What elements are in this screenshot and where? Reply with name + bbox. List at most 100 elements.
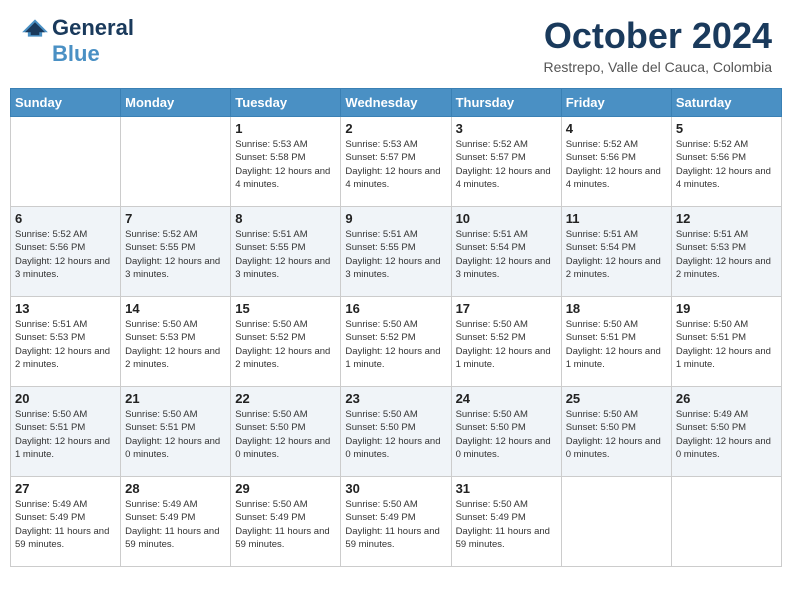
calendar-cell: 5 Sunrise: 5:52 AM Sunset: 5:56 PM Daylig…: [671, 117, 781, 207]
calendar-cell: 12 Sunrise: 5:51 AM Sunset: 5:53 PM Dayli…: [671, 207, 781, 297]
day-number: 4: [566, 121, 667, 136]
day-header-sunday: Sunday: [11, 89, 121, 117]
day-info: Sunrise: 5:50 AM Sunset: 5:51 PM Dayligh…: [676, 318, 777, 371]
day-number: 14: [125, 301, 226, 316]
calendar-cell: [561, 477, 671, 567]
day-info: Sunrise: 5:52 AM Sunset: 5:55 PM Dayligh…: [125, 228, 226, 281]
day-info: Sunrise: 5:52 AM Sunset: 5:56 PM Dayligh…: [15, 228, 116, 281]
day-header-thursday: Thursday: [451, 89, 561, 117]
day-number: 30: [345, 481, 446, 496]
calendar-cell: 2 Sunrise: 5:53 AM Sunset: 5:57 PM Daylig…: [341, 117, 451, 207]
calendar-cell: 28Sunrise: 5:49 AM Sunset: 5:49 PM Dayli…: [121, 477, 231, 567]
location-text: Restrepo, Valle del Cauca, Colombia: [543, 59, 772, 75]
calendar-cell: [671, 477, 781, 567]
day-number: 29: [235, 481, 336, 496]
calendar-table: SundayMondayTuesdayWednesdayThursdayFrid…: [10, 88, 782, 567]
day-info: Sunrise: 5:52 AM Sunset: 5:57 PM Dayligh…: [456, 138, 557, 191]
calendar-cell: 15 Sunrise: 5:50 AM Sunset: 5:52 PM Dayli…: [231, 297, 341, 387]
day-info: Sunrise: 5:50 AM Sunset: 5:50 PM Dayligh…: [456, 408, 557, 461]
calendar-cell: [11, 117, 121, 207]
day-info: Sunrise: 5:51 AM Sunset: 5:53 PM Dayligh…: [15, 318, 116, 371]
calendar-cell: 7 Sunrise: 5:52 AM Sunset: 5:55 PM Daylig…: [121, 207, 231, 297]
day-number: 27: [15, 481, 116, 496]
day-number: 26: [676, 391, 777, 406]
day-number: 23: [345, 391, 446, 406]
day-info: Sunrise: 5:52 AM Sunset: 5:56 PM Dayligh…: [566, 138, 667, 191]
day-info: Sunrise: 5:50 AM Sunset: 5:52 PM Dayligh…: [456, 318, 557, 371]
day-number: 10: [456, 211, 557, 226]
day-number: 21: [125, 391, 226, 406]
calendar-cell: 19Sunrise: 5:50 AM Sunset: 5:51 PM Dayli…: [671, 297, 781, 387]
calendar-cell: 25Sunrise: 5:50 AM Sunset: 5:50 PM Dayli…: [561, 387, 671, 477]
day-info: Sunrise: 5:50 AM Sunset: 5:51 PM Dayligh…: [566, 318, 667, 371]
calendar-cell: 11 Sunrise: 5:51 AM Sunset: 5:54 PM Dayli…: [561, 207, 671, 297]
calendar-cell: 20 Sunrise: 5:50 AM Sunset: 5:51 PM Dayli…: [11, 387, 121, 477]
day-info: Sunrise: 5:50 AM Sunset: 5:53 PM Dayligh…: [125, 318, 226, 371]
calendar-cell: 16 Sunrise: 5:50 AM Sunset: 5:52 PM Dayli…: [341, 297, 451, 387]
day-info: Sunrise: 5:50 AM Sunset: 5:51 PM Dayligh…: [125, 408, 226, 461]
day-info: Sunrise: 5:52 AM Sunset: 5:56 PM Dayligh…: [676, 138, 777, 191]
logo: General Blue: [20, 15, 134, 67]
day-number: 8: [235, 211, 336, 226]
day-number: 25: [566, 391, 667, 406]
calendar-cell: 1 Sunrise: 5:53 AM Sunset: 5:58 PM Daylig…: [231, 117, 341, 207]
day-number: 7: [125, 211, 226, 226]
day-info: Sunrise: 5:51 AM Sunset: 5:55 PM Dayligh…: [345, 228, 446, 281]
day-info: Sunrise: 5:50 AM Sunset: 5:49 PM Dayligh…: [235, 498, 336, 551]
day-info: Sunrise: 5:51 AM Sunset: 5:53 PM Dayligh…: [676, 228, 777, 281]
calendar-cell: 23 Sunrise: 5:50 AM Sunset: 5:50 PM Dayli…: [341, 387, 451, 477]
day-info: Sunrise: 5:50 AM Sunset: 5:52 PM Dayligh…: [345, 318, 446, 371]
day-number: 20: [15, 391, 116, 406]
calendar-cell: 14 Sunrise: 5:50 AM Sunset: 5:53 PM Dayli…: [121, 297, 231, 387]
day-info: Sunrise: 5:50 AM Sunset: 5:49 PM Dayligh…: [345, 498, 446, 551]
day-number: 13: [15, 301, 116, 316]
day-number: 17: [456, 301, 557, 316]
day-number: 18: [566, 301, 667, 316]
day-info: Sunrise: 5:53 AM Sunset: 5:58 PM Dayligh…: [235, 138, 336, 191]
day-number: 11: [566, 211, 667, 226]
logo-blue-text: Blue: [52, 41, 100, 67]
day-info: Sunrise: 5:50 AM Sunset: 5:51 PM Dayligh…: [15, 408, 116, 461]
calendar-cell: 30 Sunrise: 5:50 AM Sunset: 5:49 PM Dayli…: [341, 477, 451, 567]
day-info: Sunrise: 5:50 AM Sunset: 5:49 PM Dayligh…: [456, 498, 557, 551]
calendar-cell: 17 Sunrise: 5:50 AM Sunset: 5:52 PM Dayli…: [451, 297, 561, 387]
day-info: Sunrise: 5:51 AM Sunset: 5:54 PM Dayligh…: [456, 228, 557, 281]
calendar-cell: 3Sunrise: 5:52 AM Sunset: 5:57 PM Daylig…: [451, 117, 561, 207]
calendar-cell: 24 Sunrise: 5:50 AM Sunset: 5:50 PM Dayli…: [451, 387, 561, 477]
calendar-cell: 9 Sunrise: 5:51 AM Sunset: 5:55 PM Daylig…: [341, 207, 451, 297]
calendar-cell: 29 Sunrise: 5:50 AM Sunset: 5:49 PM Dayli…: [231, 477, 341, 567]
day-number: 16: [345, 301, 446, 316]
day-number: 12: [676, 211, 777, 226]
day-header-monday: Monday: [121, 89, 231, 117]
day-header-saturday: Saturday: [671, 89, 781, 117]
calendar-cell: 21 Sunrise: 5:50 AM Sunset: 5:51 PM Dayli…: [121, 387, 231, 477]
day-number: 9: [345, 211, 446, 226]
day-info: Sunrise: 5:51 AM Sunset: 5:55 PM Dayligh…: [235, 228, 336, 281]
calendar-cell: 6 Sunrise: 5:52 AM Sunset: 5:56 PM Daylig…: [11, 207, 121, 297]
day-number: 1: [235, 121, 336, 136]
calendar-cell: [121, 117, 231, 207]
day-number: 28: [125, 481, 226, 496]
day-header-friday: Friday: [561, 89, 671, 117]
calendar-cell: 13 Sunrise: 5:51 AM Sunset: 5:53 PM Dayli…: [11, 297, 121, 387]
day-number: 2: [345, 121, 446, 136]
day-number: 24: [456, 391, 557, 406]
calendar-cell: 26 Sunrise: 5:49 AM Sunset: 5:50 PM Dayli…: [671, 387, 781, 477]
logo-general-text: General: [52, 15, 134, 41]
day-info: Sunrise: 5:51 AM Sunset: 5:54 PM Dayligh…: [566, 228, 667, 281]
day-info: Sunrise: 5:49 AM Sunset: 5:50 PM Dayligh…: [676, 408, 777, 461]
day-header-tuesday: Tuesday: [231, 89, 341, 117]
calendar-cell: 27Sunrise: 5:49 AM Sunset: 5:49 PM Dayli…: [11, 477, 121, 567]
day-header-wednesday: Wednesday: [341, 89, 451, 117]
day-info: Sunrise: 5:50 AM Sunset: 5:52 PM Dayligh…: [235, 318, 336, 371]
day-info: Sunrise: 5:53 AM Sunset: 5:57 PM Dayligh…: [345, 138, 446, 191]
calendar-cell: 31Sunrise: 5:50 AM Sunset: 5:49 PM Dayli…: [451, 477, 561, 567]
day-number: 6: [15, 211, 116, 226]
page-header: General Blue October 2024 Restrepo, Vall…: [10, 10, 782, 80]
day-number: 5: [676, 121, 777, 136]
month-title: October 2024: [543, 15, 772, 57]
day-info: Sunrise: 5:50 AM Sunset: 5:50 PM Dayligh…: [345, 408, 446, 461]
title-block: October 2024 Restrepo, Valle del Cauca, …: [543, 15, 772, 75]
day-number: 15: [235, 301, 336, 316]
calendar-cell: 22Sunrise: 5:50 AM Sunset: 5:50 PM Dayli…: [231, 387, 341, 477]
